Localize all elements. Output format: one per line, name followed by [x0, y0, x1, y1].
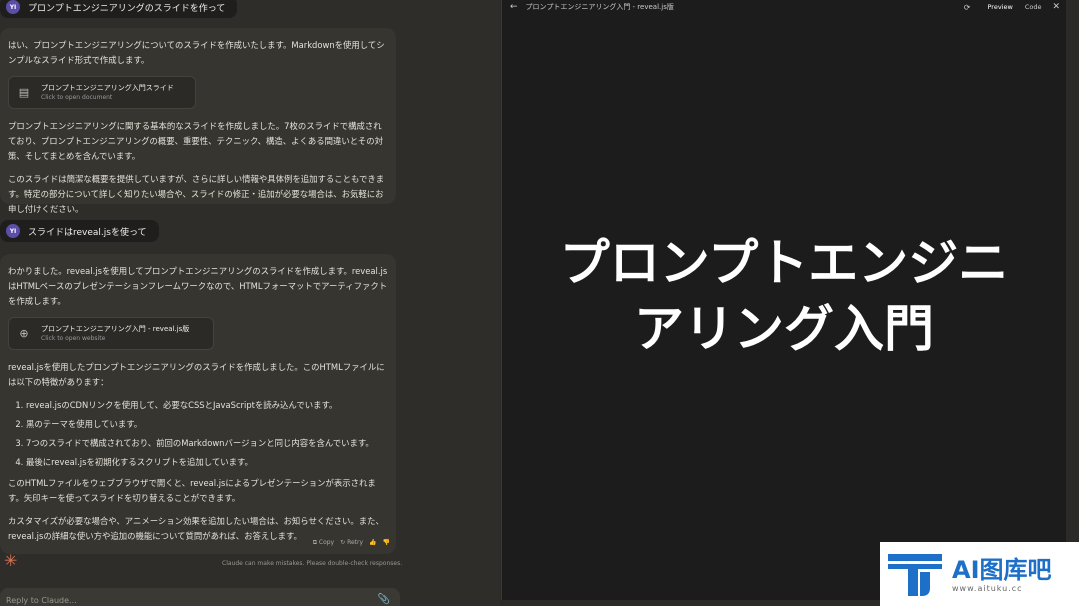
- user-message-text: プロンプトエンジニアリングのスライドを作って: [28, 3, 226, 14]
- artifact-title: プロンプトエンジニアリング入門 - reveal.js版: [525, 3, 674, 11]
- artifact-card-document[interactable]: ▤ プロンプトエンジニアリング入門スライド Click to open docu…: [8, 76, 196, 109]
- assistant-text: わかりました。reveal.jsを使用してプロンプトエンジニアリングのスライドを…: [8, 266, 388, 306]
- thumbs-up-icon[interactable]: 👍: [369, 535, 376, 550]
- refresh-icon[interactable]: ⟳: [964, 3, 971, 12]
- user-avatar: YI: [6, 224, 20, 238]
- artifact-card-title: プロンプトエンジニアリング入門 - reveal.js版: [41, 325, 190, 333]
- tab-preview[interactable]: Preview: [983, 3, 1018, 11]
- user-message: YI プロンプトエンジニアリングのスライドを作って: [0, 0, 238, 18]
- claude-logo-icon: ✳: [4, 551, 18, 570]
- artifact-card-website[interactable]: ⊕ プロンプトエンジニアリング入門 - reveal.js版 Click to …: [8, 317, 214, 350]
- retry-button[interactable]: ↻ Retry: [340, 535, 363, 550]
- list-item: 黒のテーマを使用しています。: [26, 417, 388, 432]
- view-toggle: Preview Code: [983, 3, 1047, 11]
- watermark: AI图库吧 www.aituku.cc: [880, 542, 1079, 606]
- tab-code[interactable]: Code: [1020, 3, 1047, 11]
- chat-panel: YI プロンプトエンジニアリングのスライドを作って はい、プロンプトエンジニアリ…: [0, 0, 500, 606]
- artifact-card-subtitle: Click to open document: [41, 94, 113, 101]
- assistant-message: わかりました。reveal.jsを使用してプロンプトエンジニアリングのスライドを…: [0, 254, 396, 554]
- document-icon: ▤: [18, 85, 30, 99]
- paperclip-icon[interactable]: 📎: [378, 594, 390, 605]
- artifact-panel: ← プロンプトエンジニアリング入門 - reveal.js版 ⟳ Preview…: [501, 0, 1066, 600]
- reply-placeholder: Reply to Claude...: [6, 596, 77, 605]
- list-item: 最後にreveal.jsを初期化するスクリプトを追加しています。: [26, 455, 388, 470]
- assistant-message: はい、プロンプトエンジニアリングについてのスライドを作成いたします。Markdo…: [0, 28, 396, 214]
- watermark-url: www.aituku.cc: [952, 583, 1023, 593]
- artifact-card-title: プロンプトエンジニアリング入門スライド: [41, 84, 174, 92]
- copy-button[interactable]: ⧉ Copy: [313, 535, 334, 550]
- slide-title: プロンプトエンジニ アリング入門: [502, 230, 1066, 362]
- window-edge: [1066, 0, 1079, 540]
- close-icon[interactable]: ✕: [1052, 2, 1060, 12]
- user-message-text: スライドはreveal.jsを使って: [28, 227, 147, 238]
- list-item: reveal.jsのCDNリンクを使用して、必要なCSSとJavaScriptを…: [26, 398, 388, 413]
- disclaimer: Claude can make mistakes. Please double-…: [222, 560, 403, 567]
- artifact-header: ← プロンプトエンジニアリング入門 - reveal.js版 ⟳ Preview…: [502, 0, 1066, 14]
- user-avatar: YI: [6, 0, 20, 14]
- artifact-card-subtitle: Click to open website: [41, 335, 106, 342]
- assistant-text: reveal.jsを使用したプロンプトエンジニアリングのスライドを作成しました。…: [8, 362, 385, 387]
- globe-icon: ⊕: [19, 326, 29, 340]
- assistant-text: プロンプトエンジニアリングに関する基本的なスライドを作成しました。7枚のスライド…: [8, 121, 384, 161]
- list-item: 7つのスライドで構成されており、前回のMarkdownバージョンと同じ内容を含ん…: [26, 436, 388, 451]
- reply-input[interactable]: Reply to Claude... 📎: [0, 588, 400, 606]
- slide-title-line: アリング入門: [634, 300, 934, 358]
- message-actions: ⧉ Copy ↻ Retry 👍 👎: [313, 535, 390, 550]
- back-arrow-icon[interactable]: ←: [510, 2, 518, 12]
- slide-title-line: プロンプトエンジニ: [559, 234, 1009, 292]
- assistant-text: このスライドは簡潔な概要を提供していますが、さらに詳しい情報や具体例を追加するこ…: [8, 174, 385, 214]
- thumbs-down-icon[interactable]: 👎: [383, 535, 390, 550]
- assistant-text: はい、プロンプトエンジニアリングについてのスライドを作成いたします。Markdo…: [8, 40, 385, 65]
- feature-list: reveal.jsのCDNリンクを使用して、必要なCSSとJavaScriptを…: [8, 398, 388, 470]
- watermark-logo-icon: [886, 550, 944, 598]
- user-message: YI スライドはreveal.jsを使って: [0, 220, 159, 242]
- watermark-brand: AI图库吧: [952, 555, 1052, 584]
- assistant-text: このHTMLファイルをウェブブラウザで開くと、reveal.jsによるプレゼンテ…: [8, 478, 376, 503]
